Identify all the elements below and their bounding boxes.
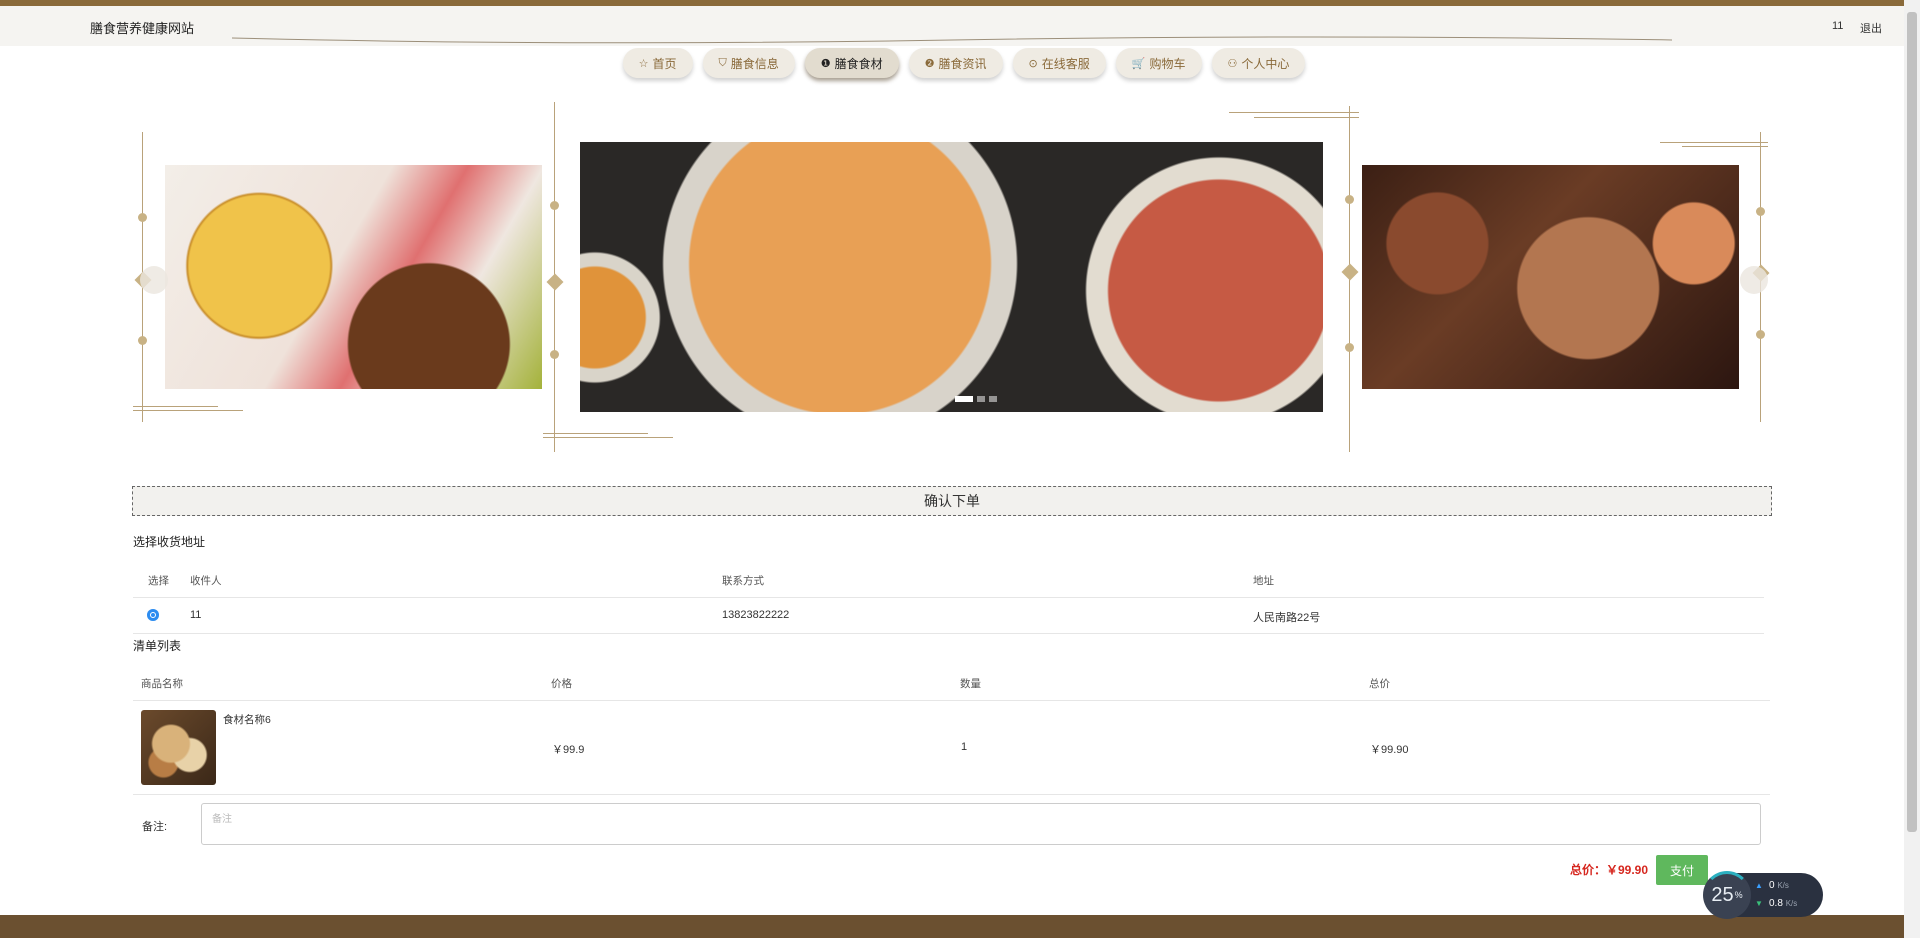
download-speed: 0.8 K/s: [1769, 898, 1797, 909]
table-divider: [133, 633, 1764, 634]
pay-button[interactable]: 支付: [1656, 855, 1708, 885]
address-header-recipient: 收件人: [190, 575, 222, 587]
page-scrollbar[interactable]: [1904, 0, 1920, 938]
order-total: 总价：￥99.90: [1570, 863, 1649, 877]
food-carousel: [0, 100, 1904, 460]
nav-label: 首页: [652, 56, 677, 71]
nav-label: 在线客服: [1041, 56, 1090, 71]
carousel-dot[interactable]: [989, 396, 997, 402]
nav-item-diet-info[interactable]: ⛉ 膳食信息: [702, 48, 795, 78]
carousel-slide-lemon-steak[interactable]: [165, 165, 542, 389]
carousel-dot[interactable]: [977, 396, 985, 402]
header-wave-decoration: [232, 36, 1672, 44]
deco-dot: [1345, 343, 1354, 352]
list-header-price: 价格: [551, 678, 572, 690]
product-total: ￥99.90: [1370, 744, 1409, 756]
address-radio-selected[interactable]: [147, 609, 159, 621]
bag-icon: ⛉: [718, 56, 727, 69]
carousel-slide-seafood-noodles[interactable]: [580, 142, 1323, 412]
address-header-select: 选择: [148, 575, 169, 587]
info-icon: ❶: [820, 57, 831, 70]
carousel-slide-grilled-skewers[interactable]: [1362, 165, 1739, 389]
address-header-contact: 联系方式: [722, 575, 764, 587]
deco-dot: [1756, 207, 1765, 216]
download-arrow-icon: ▼: [1755, 899, 1763, 908]
nav-item-support[interactable]: ⊙ 在线客服: [1012, 48, 1106, 78]
address-section-title: 选择收货地址: [133, 535, 206, 549]
current-user[interactable]: 11: [1832, 20, 1843, 32]
headset-icon: ⊙: [1028, 57, 1038, 70]
deco-diamond: [1341, 263, 1359, 281]
carousel-dot[interactable]: [955, 396, 973, 402]
address-detail: 人民南路22号: [1253, 612, 1321, 624]
product-price: ￥99.9: [552, 744, 585, 756]
site-title[interactable]: 膳食营养健康网站: [90, 18, 194, 37]
address-recipient: 11: [190, 609, 202, 621]
deco-diamond: [546, 273, 564, 291]
cpu-gauge: 25%: [1703, 871, 1751, 919]
table-divider: [133, 794, 1770, 795]
nav-label: 膳食食材: [834, 56, 883, 71]
address-header-address: 地址: [1253, 575, 1274, 587]
remark-label: 备注:: [142, 821, 168, 833]
question-icon: ❷: [924, 57, 935, 70]
deco-dot: [138, 213, 147, 222]
nav-item-profile[interactable]: ⚇ 个人中心: [1211, 48, 1306, 78]
list-header-qty: 数量: [960, 678, 981, 690]
main-nav: ☆ 首页 ⛉ 膳食信息 ❶ 膳食食材 ❷ 膳食资讯 ⊙ 在线客服 🛒 购物车 ⚇…: [0, 48, 1904, 78]
nav-label: 个人中心: [1241, 56, 1290, 71]
deco-line: [1660, 142, 1768, 143]
list-header-total: 总价: [1369, 678, 1390, 690]
nav-item-ingredients[interactable]: ❶ 膳食食材: [804, 48, 899, 78]
deco-line: [1254, 117, 1359, 118]
deco-dot: [1756, 330, 1765, 339]
logout-link[interactable]: 退出: [1860, 20, 1882, 36]
list-section-title: 清单列表: [133, 639, 182, 653]
nav-item-home[interactable]: ☆ 首页: [622, 48, 693, 78]
table-divider: [133, 597, 1764, 598]
user-icon: ⚇: [1227, 57, 1238, 70]
list-header-name: 商品名称: [141, 678, 183, 690]
carousel-next-button[interactable]: [1740, 266, 1768, 294]
deco-line: [543, 437, 673, 438]
site-footer: [0, 915, 1904, 938]
nav-label: 购物车: [1149, 56, 1186, 71]
confirm-order-title: 确认下单: [132, 486, 1772, 516]
product-qty: 1: [961, 741, 968, 753]
deco-dot: [1345, 195, 1354, 204]
upload-unit: K/s: [1777, 881, 1789, 890]
deco-dot: [550, 201, 559, 210]
gauge-percent-unit: %: [1734, 890, 1743, 900]
deco-line: [133, 406, 218, 407]
table-divider: [133, 700, 1770, 701]
network-speed-widget[interactable]: 25% ▲ 0 K/s ▼ 0.8 K/s: [1703, 871, 1823, 919]
nav-item-news[interactable]: ❷ 膳食资讯: [908, 48, 1003, 78]
deco-line: [1229, 112, 1359, 113]
nav-item-cart[interactable]: 🛒 购物车: [1115, 48, 1202, 78]
product-name[interactable]: 食材名称6: [223, 712, 271, 727]
star-icon: ☆: [638, 57, 649, 70]
cart-icon: 🛒: [1131, 57, 1146, 70]
remark-textarea[interactable]: [201, 803, 1761, 845]
deco-line: [1682, 146, 1768, 147]
product-thumbnail[interactable]: [141, 710, 216, 785]
address-contact: 13823822222: [722, 609, 790, 621]
carousel-pagination: [955, 396, 997, 402]
upload-value: 0: [1769, 880, 1775, 891]
deco-line: [543, 433, 648, 434]
nav-label: 膳食信息: [730, 56, 779, 71]
gauge-percent: 25: [1711, 883, 1734, 906]
scrollbar-thumb[interactable]: [1907, 12, 1917, 832]
upload-speed: 0 K/s: [1769, 880, 1789, 891]
deco-line: [133, 410, 243, 411]
carousel-prev-button[interactable]: [140, 266, 168, 294]
download-value: 0.8: [1769, 898, 1783, 909]
deco-dot: [550, 350, 559, 359]
nav-label: 膳食资讯: [938, 56, 987, 71]
deco-dot: [138, 336, 147, 345]
upload-arrow-icon: ▲: [1755, 881, 1763, 890]
download-unit: K/s: [1785, 899, 1798, 908]
